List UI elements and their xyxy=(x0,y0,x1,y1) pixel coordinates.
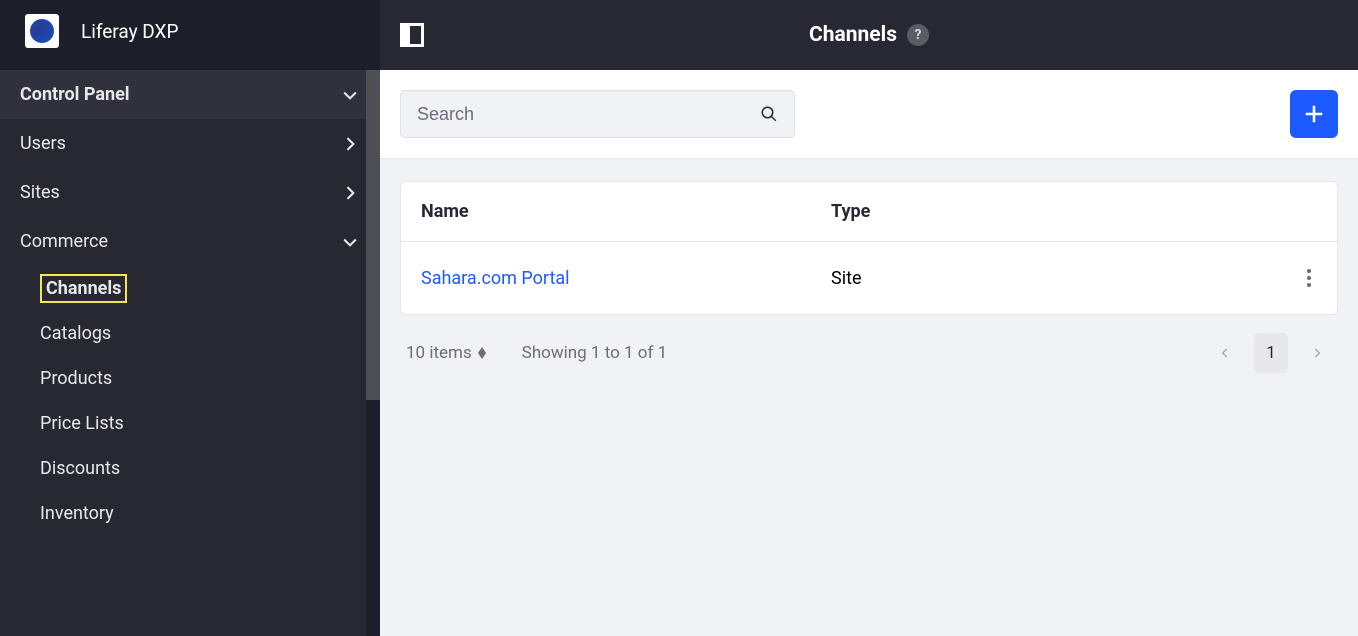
content: Name Type Sahara.com Portal Site xyxy=(380,159,1358,636)
plus-icon xyxy=(1303,103,1325,125)
nav-control-panel[interactable]: Control Panel xyxy=(0,70,380,119)
page-number[interactable]: 1 xyxy=(1254,333,1288,373)
sidebar-item-inventory[interactable]: Inventory xyxy=(0,491,380,536)
brand-bar: Liferay DXP xyxy=(0,0,380,70)
sidebar-item-catalogs[interactable]: Catalogs xyxy=(0,311,380,356)
items-label: 10 items xyxy=(406,343,472,363)
footer-left: 10 items Showing 1 to 1 of 1 xyxy=(406,343,667,363)
page-title-wrap: Channels ? xyxy=(809,23,929,47)
sidebar-item-label: Price Lists xyxy=(40,413,124,434)
sidebar-item-label: Discounts xyxy=(40,458,120,479)
scrollbar-thumb[interactable] xyxy=(366,70,380,400)
sidebar-item-products[interactable]: Products xyxy=(0,356,380,401)
nav-label: Sites xyxy=(20,182,60,203)
nav-sites[interactable]: Sites xyxy=(0,168,380,217)
help-icon[interactable]: ? xyxy=(907,24,929,46)
chevron-left-icon xyxy=(1218,346,1232,360)
brand-logo[interactable] xyxy=(25,14,59,48)
sidebar: Liferay DXP Control Panel Users Sites Co… xyxy=(0,0,380,636)
main-area: Channels ? Name Type Sahara.com Portal S… xyxy=(380,0,1358,636)
search-wrap xyxy=(400,90,795,138)
sidebar-item-label: Products xyxy=(40,368,112,389)
search-icon[interactable] xyxy=(760,105,778,123)
chevron-down-icon xyxy=(340,85,360,105)
showing-text: Showing 1 to 1 of 1 xyxy=(522,343,667,363)
sidebar-scroll: Control Panel Users Sites Commerce Chann… xyxy=(0,70,380,636)
chevron-down-icon xyxy=(340,232,360,252)
nav-label: Commerce xyxy=(20,231,108,252)
next-page-button[interactable] xyxy=(1302,338,1332,368)
sidebar-item-label: Catalogs xyxy=(40,323,111,344)
kebab-dot xyxy=(1307,283,1311,287)
table: Name Type Sahara.com Portal Site xyxy=(400,181,1338,315)
table-footer: 10 items Showing 1 to 1 of 1 1 xyxy=(400,315,1338,373)
row-name-link[interactable]: Sahara.com Portal xyxy=(421,268,831,289)
panel-toggle-icon[interactable] xyxy=(400,23,424,47)
items-per-page[interactable]: 10 items xyxy=(406,343,486,363)
brand-title: Liferay DXP xyxy=(81,20,178,43)
toolbar xyxy=(380,70,1358,159)
row-actions-menu[interactable] xyxy=(1301,263,1317,293)
chevron-right-icon xyxy=(340,183,360,203)
table-row: Sahara.com Portal Site xyxy=(401,242,1337,314)
col-name-header: Name xyxy=(421,201,831,222)
scrollbar-track[interactable] xyxy=(366,70,380,636)
kebab-dot xyxy=(1307,269,1311,273)
logo-icon xyxy=(30,19,54,43)
kebab-dot xyxy=(1307,276,1311,280)
col-type-header: Type xyxy=(831,201,1277,222)
sidebar-item-label: Inventory xyxy=(40,503,114,524)
nav-commerce[interactable]: Commerce xyxy=(0,217,380,266)
sort-icon xyxy=(478,347,486,359)
chevron-right-icon xyxy=(340,134,360,154)
row-type: Site xyxy=(831,268,1277,289)
top-bar: Channels ? xyxy=(380,0,1358,70)
search-input[interactable] xyxy=(417,104,760,125)
sidebar-item-discounts[interactable]: Discounts xyxy=(0,446,380,491)
page-title: Channels xyxy=(809,23,897,47)
table-header: Name Type xyxy=(401,182,1337,242)
sidebar-item-price-lists[interactable]: Price Lists xyxy=(0,401,380,446)
nav-label: Control Panel xyxy=(20,84,130,105)
nav-label: Users xyxy=(20,133,66,154)
nav-users[interactable]: Users xyxy=(0,119,380,168)
chevron-right-icon xyxy=(1310,346,1324,360)
sidebar-item-label: Channels xyxy=(40,274,127,303)
sidebar-item-channels[interactable]: Channels xyxy=(0,266,380,311)
pager: 1 xyxy=(1210,333,1332,373)
add-button[interactable] xyxy=(1290,90,1338,138)
prev-page-button[interactable] xyxy=(1210,338,1240,368)
